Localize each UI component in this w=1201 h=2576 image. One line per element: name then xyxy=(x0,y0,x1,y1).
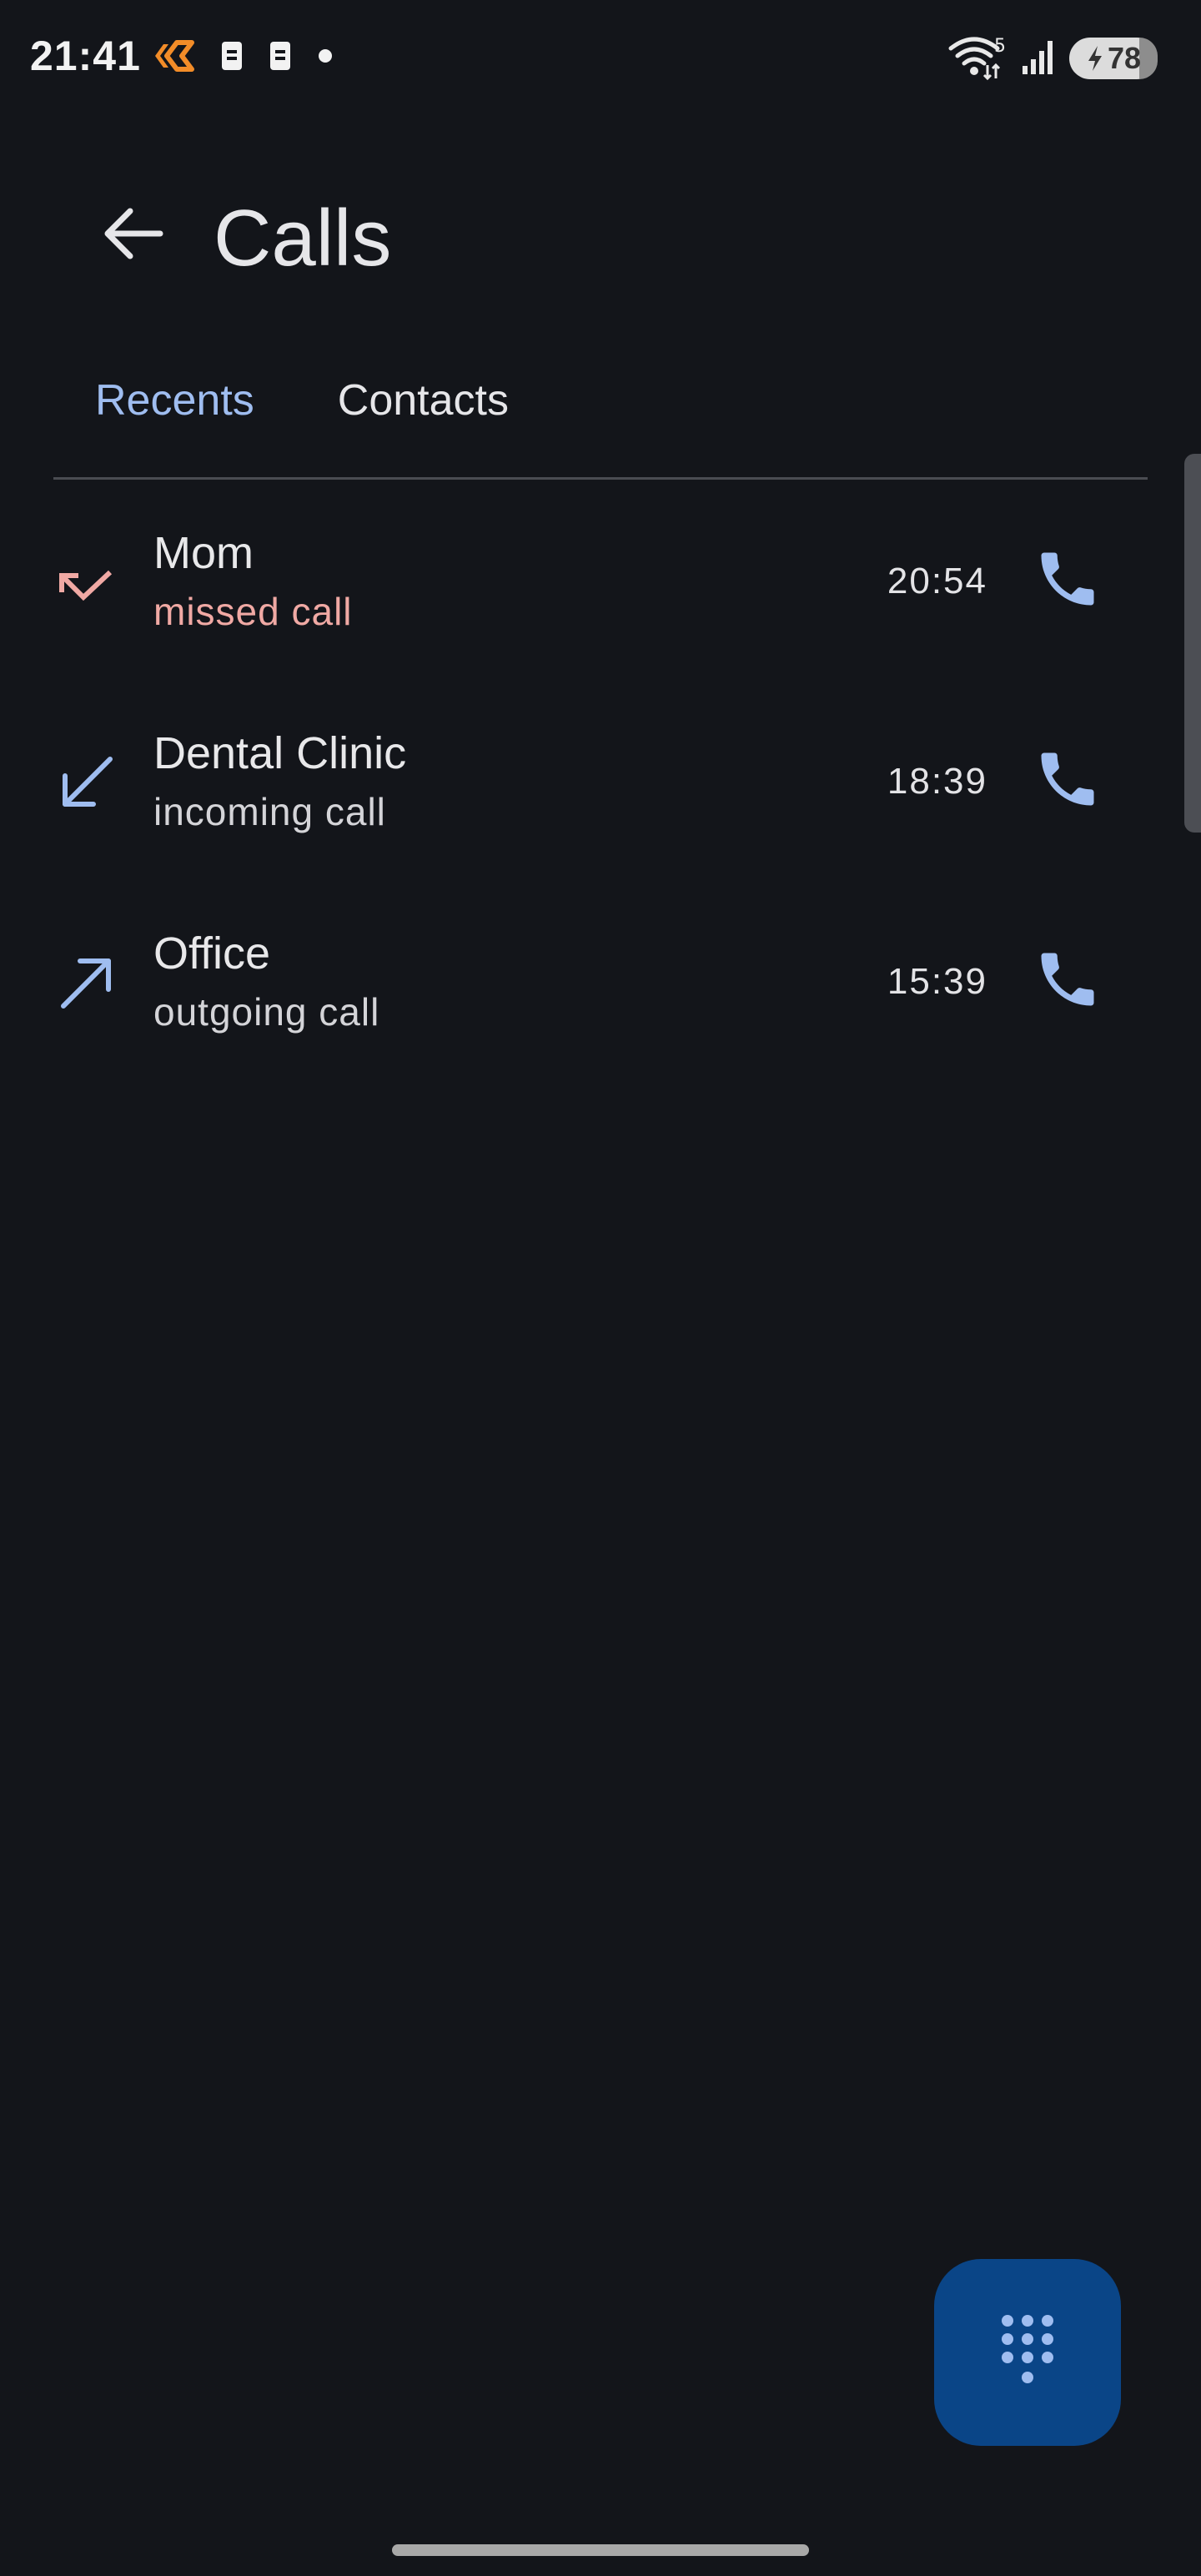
battery-level: 78 xyxy=(1107,41,1142,75)
status-notification-icons xyxy=(152,37,334,78)
signal-icon xyxy=(1019,38,1056,80)
outgoing-call-icon xyxy=(55,951,118,1014)
call-back-button[interactable] xyxy=(1026,939,1109,1023)
wifi-badge: 5 xyxy=(994,36,1006,57)
contact-name: Office xyxy=(153,928,271,979)
call-time: 15:39 xyxy=(887,961,987,1002)
call-status: missed call xyxy=(153,590,353,633)
phone-icon xyxy=(1033,744,1103,818)
tab-divider xyxy=(53,477,1148,480)
call-back-button[interactable] xyxy=(1026,539,1109,622)
call-time: 20:54 xyxy=(887,561,987,601)
activity-icon xyxy=(152,38,195,78)
dialpad-button[interactable] xyxy=(934,2259,1121,2446)
back-button[interactable] xyxy=(92,194,175,277)
gesture-navigation-bar[interactable] xyxy=(392,2544,809,2556)
phone-icon xyxy=(1033,944,1103,1019)
phone-icon xyxy=(1033,544,1103,618)
contact-name: Dental Clinic xyxy=(153,728,407,778)
dot-icon xyxy=(317,48,334,68)
call-time: 18:39 xyxy=(887,761,987,802)
list-item[interactable]: Office outgoing call 15:39 xyxy=(0,901,1201,1101)
status-system-icons: 5 78 xyxy=(947,33,1158,83)
list-item[interactable]: Mom missed call 20:54 xyxy=(0,501,1201,701)
call-list: Mom missed call 20:54 Dental Clinic inco… xyxy=(0,501,1201,1101)
contact-name: Mom xyxy=(153,528,254,578)
call-back-button[interactable] xyxy=(1026,739,1109,823)
arrow-back-icon xyxy=(102,206,165,265)
incoming-call-icon xyxy=(55,751,118,814)
battery-empty-portion xyxy=(1139,38,1158,79)
list-item[interactable]: Dental Clinic incoming call 18:39 xyxy=(0,701,1201,901)
tab-recents[interactable]: Recents xyxy=(53,359,296,442)
dialpad-icon xyxy=(997,2312,1058,2393)
wifi-icon: 5 xyxy=(947,33,1006,84)
sim-icon xyxy=(220,40,244,76)
charging-icon xyxy=(1088,46,1102,71)
battery-icon: 78 xyxy=(1069,38,1158,79)
sim-icon xyxy=(269,40,292,76)
status-time: 21:41 xyxy=(30,33,141,79)
page-title: Calls xyxy=(214,194,392,283)
tab-bar: Recents Contacts xyxy=(53,350,550,450)
call-status: outgoing call xyxy=(153,990,380,1034)
status-bar: 21:41 5 78 xyxy=(0,0,1201,117)
tab-contacts[interactable]: Contacts xyxy=(296,359,550,442)
call-status: incoming call xyxy=(153,790,386,833)
missed-call-icon xyxy=(55,551,118,614)
